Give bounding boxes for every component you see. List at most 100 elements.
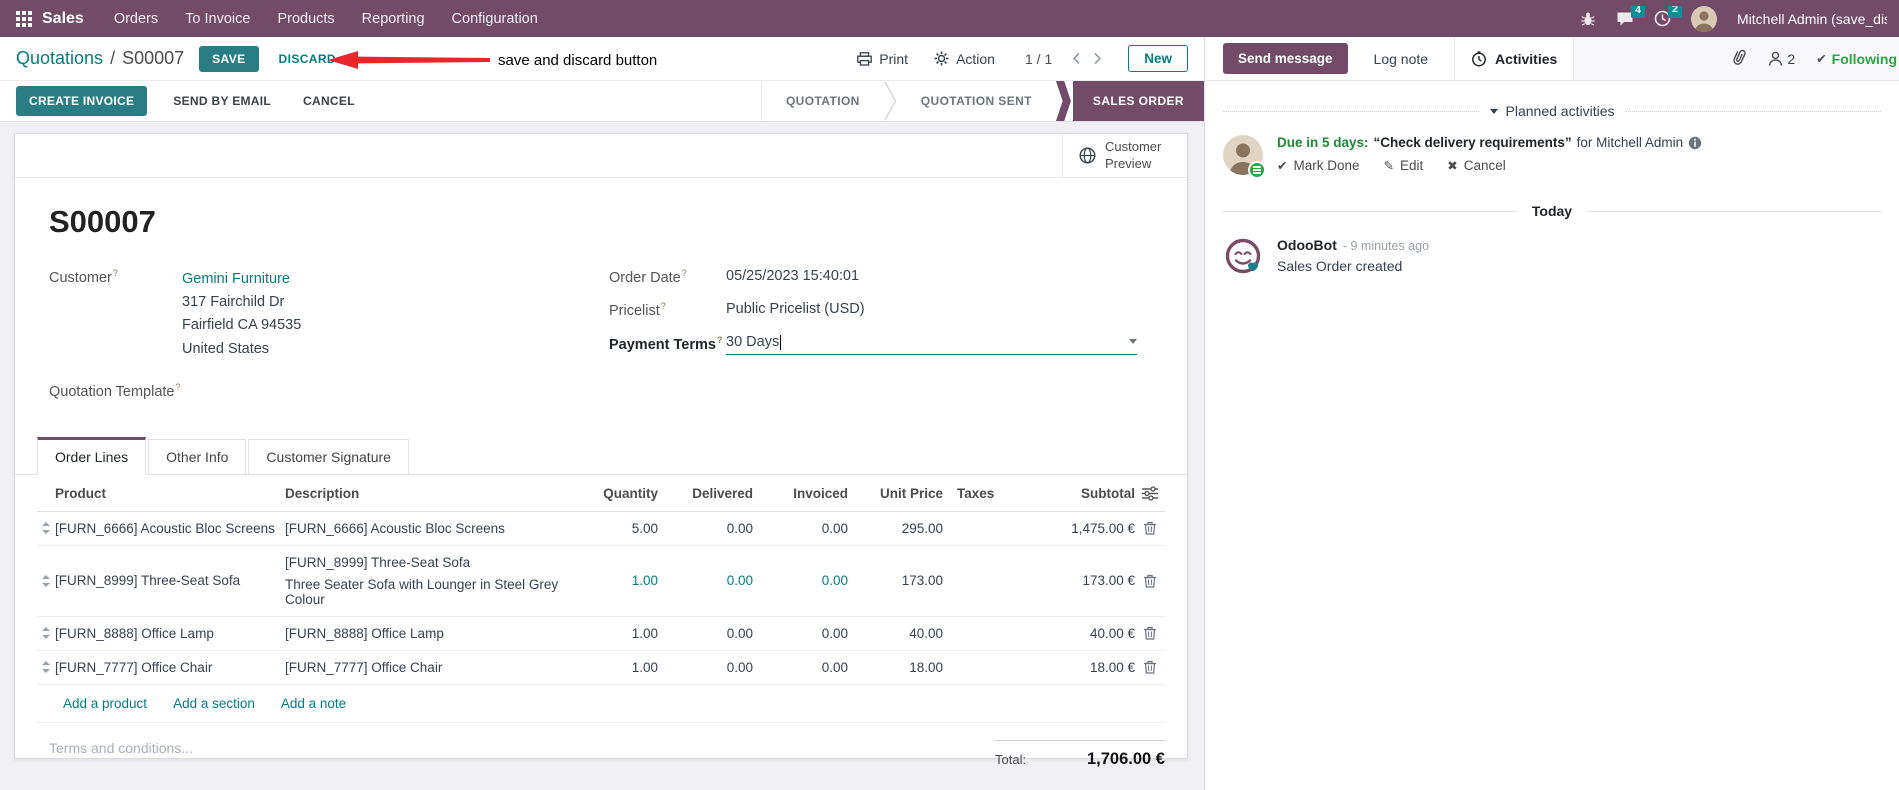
add-note-link[interactable]: Add a note xyxy=(281,696,346,711)
cancel-activity-button[interactable]: ✖ Cancel xyxy=(1447,158,1506,173)
delete-row-icon[interactable] xyxy=(1135,626,1165,640)
odoobot-avatar[interactable] xyxy=(1223,237,1263,277)
col-delivered[interactable]: Delivered xyxy=(658,486,753,501)
delete-row-icon[interactable] xyxy=(1135,574,1165,588)
customer-link[interactable]: Gemini Furniture xyxy=(182,268,301,291)
stage-sales-order[interactable]: SALES ORDER xyxy=(1072,81,1204,121)
cell-invoiced[interactable]: 0.00 xyxy=(753,573,848,588)
cell-description[interactable]: [FURN_7777] Office Chair xyxy=(285,660,442,675)
breadcrumb-quotations[interactable]: Quotations xyxy=(16,48,103,69)
activity-avatar[interactable] xyxy=(1223,135,1266,179)
payment-terms-input[interactable]: 30 Days xyxy=(726,334,1137,355)
chevron-down-icon[interactable] xyxy=(1129,339,1137,345)
drag-handle-icon[interactable] xyxy=(37,522,55,535)
address-country: United States xyxy=(182,340,270,357)
apps-grid-icon[interactable] xyxy=(16,10,32,27)
followers-button[interactable]: 2 xyxy=(1768,51,1795,67)
activity-clock-icon[interactable]: 2 xyxy=(1654,5,1682,27)
table-row[interactable]: [FURN_7777] Office Chair [FURN_7777] Off… xyxy=(37,651,1165,685)
menu-configuration[interactable]: Configuration xyxy=(452,11,538,27)
optional-columns-icon[interactable] xyxy=(1135,485,1165,501)
cell-quantity[interactable]: 1.00 xyxy=(570,660,658,675)
help-icon: ? xyxy=(112,268,118,278)
col-quantity[interactable]: Quantity xyxy=(570,486,658,501)
col-subtotal[interactable]: Subtotal xyxy=(1029,486,1135,501)
attachment-icon[interactable] xyxy=(1731,48,1747,69)
order-lines-table: Product Description Quantity Delivered I… xyxy=(37,475,1165,723)
cell-invoiced[interactable]: 0.00 xyxy=(753,660,848,675)
cell-delivered[interactable]: 0.00 xyxy=(658,573,753,588)
following-button[interactable]: ✔ Following xyxy=(1816,51,1897,67)
menu-to-invoice[interactable]: To Invoice xyxy=(185,11,250,27)
col-product[interactable]: Product xyxy=(55,486,285,501)
cell-product[interactable]: [FURN_8888] Office Lamp xyxy=(55,626,285,641)
user-avatar[interactable] xyxy=(1691,5,1717,32)
pager-previous-icon[interactable] xyxy=(1066,48,1087,69)
col-invoiced[interactable]: Invoiced xyxy=(753,486,848,501)
col-description[interactable]: Description xyxy=(285,486,570,501)
pricelist-value[interactable]: Public Pricelist (USD) xyxy=(726,301,865,317)
mark-done-button[interactable]: ✔ Mark Done xyxy=(1277,158,1360,173)
print-button[interactable]: Print xyxy=(857,51,908,67)
terms-placeholder[interactable]: Terms and conditions... xyxy=(49,740,193,756)
cell-product[interactable]: [FURN_6666] Acoustic Bloc Screens xyxy=(55,521,285,536)
delete-row-icon[interactable] xyxy=(1135,660,1165,674)
tab-order-lines[interactable]: Order Lines xyxy=(37,436,147,475)
table-row[interactable]: [FURN_8999] Three-Seat Sofa [FURN_8999] … xyxy=(37,546,1165,617)
menu-products[interactable]: Products xyxy=(277,11,334,27)
cell-product[interactable]: [FURN_7777] Office Chair xyxy=(55,660,285,675)
delete-row-icon[interactable] xyxy=(1135,521,1165,535)
action-button[interactable]: Action xyxy=(934,51,995,67)
drag-handle-icon[interactable] xyxy=(37,627,55,640)
planned-activities-toggle[interactable]: Planned activities xyxy=(1489,103,1614,119)
send-message-button[interactable]: Send message xyxy=(1223,43,1348,74)
activities-tab[interactable]: Activities xyxy=(1455,37,1575,80)
col-unit-price[interactable]: Unit Price xyxy=(848,486,943,501)
customer-preview-button[interactable]: Customer Preview xyxy=(1062,134,1187,177)
pager-next-icon[interactable] xyxy=(1087,48,1108,69)
tab-other-info[interactable]: Other Info xyxy=(148,438,247,475)
table-row[interactable]: [FURN_8888] Office Lamp [FURN_8888] Offi… xyxy=(37,617,1165,651)
cell-product[interactable]: [FURN_8999] Three-Seat Sofa xyxy=(55,573,285,588)
cell-description[interactable]: [FURN_8888] Office Lamp xyxy=(285,626,444,641)
menu-reporting[interactable]: Reporting xyxy=(362,11,425,27)
cancel-button[interactable]: CANCEL xyxy=(297,86,361,116)
new-button[interactable]: New xyxy=(1128,45,1188,72)
cell-invoiced[interactable]: 0.00 xyxy=(753,521,848,536)
drag-handle-icon[interactable] xyxy=(37,574,55,587)
cell-unit-price[interactable]: 173.00 xyxy=(848,573,943,588)
cell-delivered[interactable]: 0.00 xyxy=(658,660,753,675)
cell-delivered[interactable]: 0.00 xyxy=(658,626,753,641)
cell-unit-price[interactable]: 18.00 xyxy=(848,660,943,675)
table-row[interactable]: [FURN_6666] Acoustic Bloc Screens [FURN_… xyxy=(37,512,1165,546)
info-icon[interactable] xyxy=(1688,136,1702,150)
edit-activity-button[interactable]: ✎ Edit xyxy=(1384,158,1424,173)
user-name[interactable]: Mitchell Admin (save_discard xyxy=(1737,11,1887,27)
cell-quantity[interactable]: 1.00 xyxy=(570,573,658,588)
cell-quantity[interactable]: 1.00 xyxy=(570,626,658,641)
stage-quotation[interactable]: QUOTATION xyxy=(762,81,884,121)
cell-quantity[interactable]: 5.00 xyxy=(570,521,658,536)
drag-handle-icon[interactable] xyxy=(37,661,55,674)
order-date-value[interactable]: 05/25/2023 15:40:01 xyxy=(726,268,859,284)
debug-icon[interactable] xyxy=(1580,11,1596,27)
cell-unit-price[interactable]: 40.00 xyxy=(848,626,943,641)
cell-unit-price[interactable]: 295.00 xyxy=(848,521,943,536)
app-name[interactable]: Sales xyxy=(42,10,84,28)
cell-description[interactable]: [FURN_8999] Three-Seat Sofa xyxy=(285,555,470,570)
save-button[interactable]: SAVE xyxy=(199,45,259,72)
menu-orders[interactable]: Orders xyxy=(114,11,158,27)
message-author[interactable]: OdooBot xyxy=(1277,237,1337,253)
send-by-email-button[interactable]: SEND BY EMAIL xyxy=(167,86,277,116)
add-product-link[interactable]: Add a product xyxy=(63,696,147,711)
tab-customer-signature[interactable]: Customer Signature xyxy=(248,438,409,475)
cell-description[interactable]: [FURN_6666] Acoustic Bloc Screens xyxy=(285,521,505,536)
messages-icon[interactable]: 4 xyxy=(1616,5,1645,27)
create-invoice-button[interactable]: CREATE INVOICE xyxy=(16,86,148,116)
cell-invoiced[interactable]: 0.00 xyxy=(753,626,848,641)
col-taxes[interactable]: Taxes xyxy=(943,486,1029,501)
cell-delivered[interactable]: 0.00 xyxy=(658,521,753,536)
log-note-button[interactable]: Log note xyxy=(1372,43,1431,75)
stage-quotation-sent[interactable]: QUOTATION SENT xyxy=(897,81,1056,121)
add-section-link[interactable]: Add a section xyxy=(173,696,255,711)
